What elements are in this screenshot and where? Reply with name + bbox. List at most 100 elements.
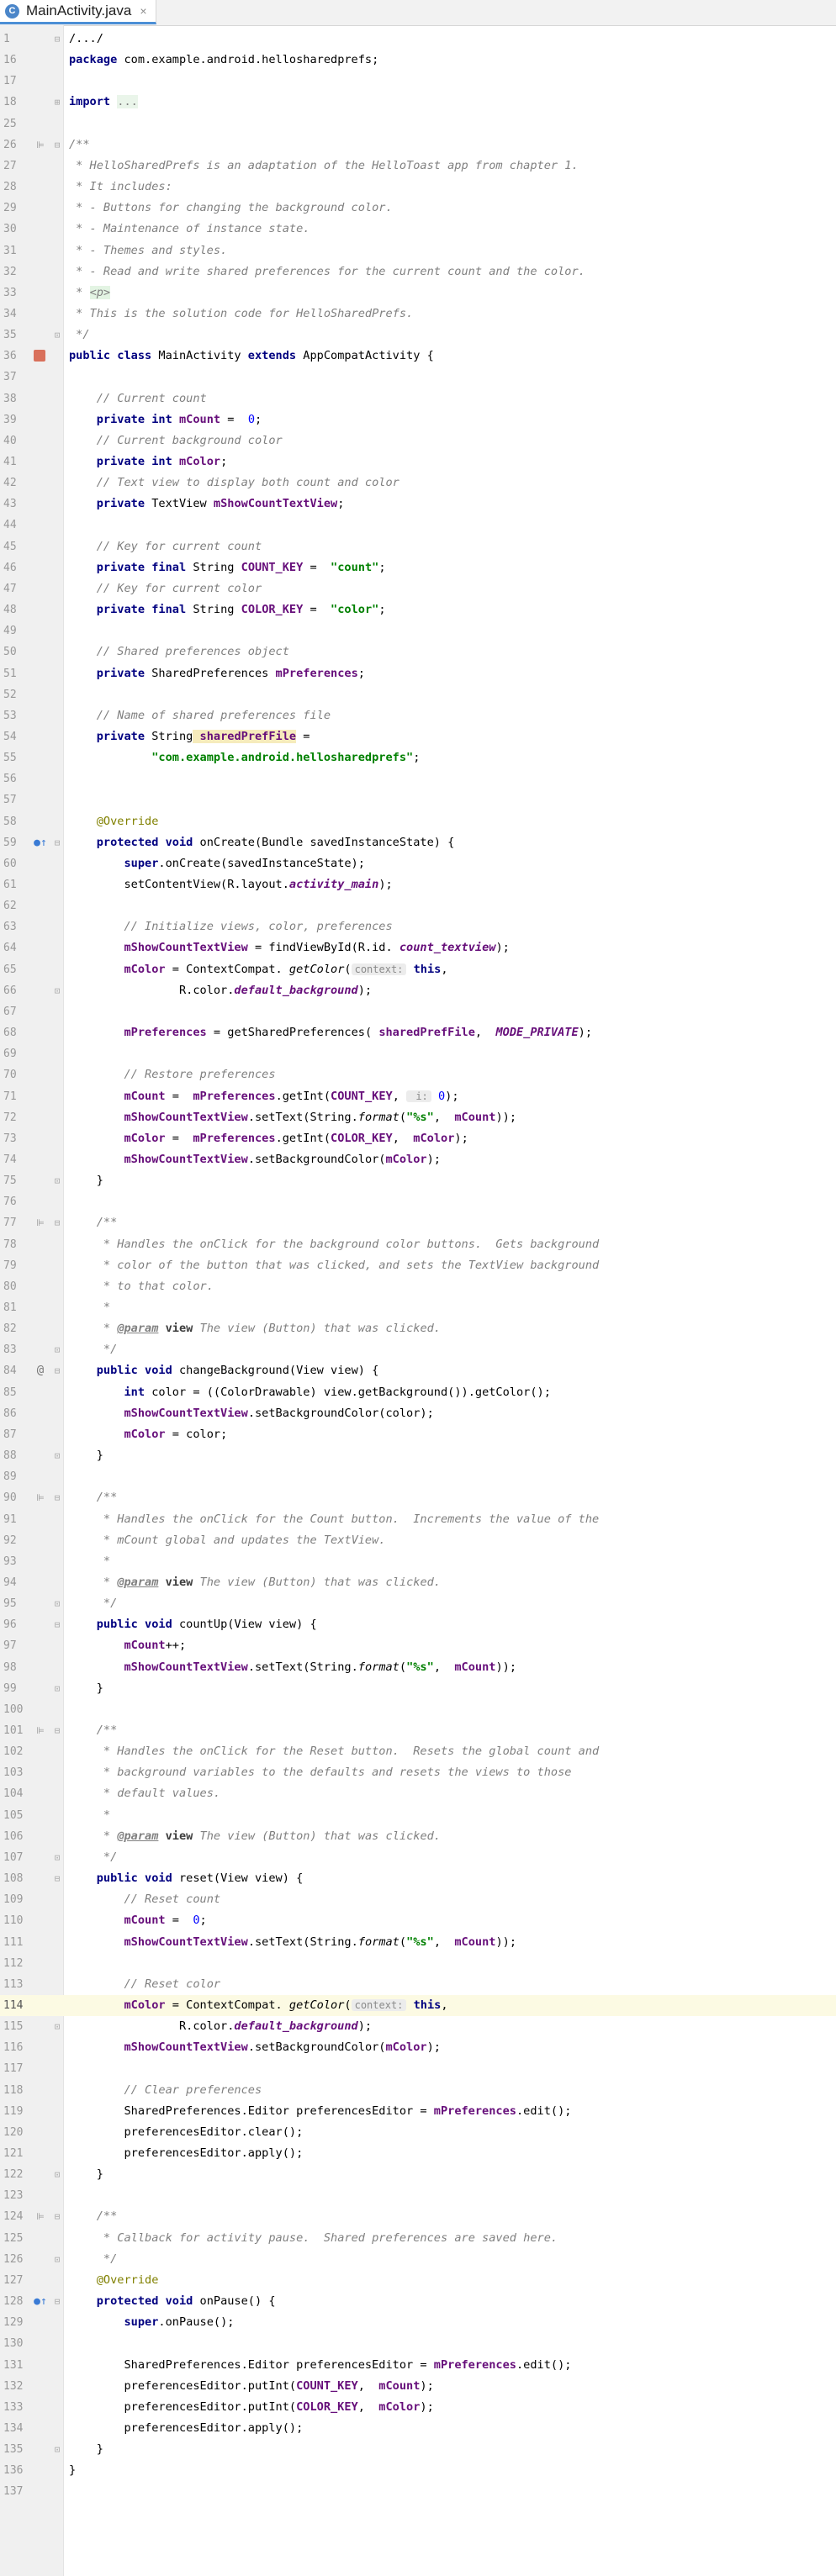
class-hierarchy-icon[interactable] xyxy=(34,350,45,362)
code-line[interactable]: 102 * Handles the onClick for the Reset … xyxy=(0,1741,836,1762)
code-line[interactable]: 67 xyxy=(0,1001,836,1022)
code-line[interactable]: 47 // Key for current color xyxy=(0,578,836,599)
code-line[interactable]: 98 mShowCountTextView.setText(String.for… xyxy=(0,1657,836,1678)
annotation-usage-icon[interactable]: @ xyxy=(32,1360,49,1381)
code-line[interactable]: 79 * color of the button that was clicke… xyxy=(0,1255,836,1276)
code-line[interactable]: 16 package com.example.android.helloshare… xyxy=(0,50,836,71)
fold-toggle-icon[interactable]: ⊡ xyxy=(52,2164,62,2185)
code-line[interactable]: 32 * - Read and write shared preferences… xyxy=(0,261,836,282)
code-line[interactable]: 33 * <p> xyxy=(0,282,836,304)
code-line[interactable]: 107 ⊡ */ xyxy=(0,1847,836,1868)
code-line[interactable]: 130 xyxy=(0,2333,836,2354)
code-line[interactable]: 17 xyxy=(0,71,836,92)
code-line[interactable]: 105 * xyxy=(0,1805,836,1826)
tab-main-activity[interactable]: C MainActivity.java × xyxy=(0,0,156,24)
code-line[interactable]: 55 "com.example.android.hellosharedprefs… xyxy=(0,747,836,768)
fold-toggle-icon[interactable]: ⊟ xyxy=(52,1868,62,1889)
code-line[interactable]: 64 mShowCountTextView = findViewById(R.i… xyxy=(0,937,836,958)
code-line[interactable]: 112 xyxy=(0,1953,836,1974)
code-line[interactable]: 104 * default values. xyxy=(0,1783,836,1804)
code-line[interactable]: 60 super.onCreate(savedInstanceState); xyxy=(0,853,836,874)
code-line[interactable]: 100 xyxy=(0,1699,836,1720)
code-line[interactable]: 43 private TextView mShowCountTextView; xyxy=(0,494,836,515)
code-line[interactable]: 125 * Callback for activity pause. Share… xyxy=(0,2228,836,2249)
code-line[interactable]: 44 xyxy=(0,515,836,536)
doc-comment-marker-icon[interactable]: ⊫ xyxy=(32,1487,49,1508)
code-line[interactable]: 35 ⊡ */ xyxy=(0,325,836,346)
code-line[interactable]: 26 ⊫ ⊟ /** xyxy=(0,135,836,156)
code-line[interactable]: 63 // Initialize views, color, preferenc… xyxy=(0,916,836,937)
code-line[interactable]: 99 ⊡ } xyxy=(0,1678,836,1699)
code-line[interactable]: 81 * xyxy=(0,1297,836,1318)
code-line[interactable]: 108 ⊟ public void reset(View view) { xyxy=(0,1868,836,1889)
code-line[interactable]: 45 // Key for current count xyxy=(0,536,836,557)
code-line[interactable]: 66 ⊡ R.color.default_background); xyxy=(0,980,836,1001)
code-line[interactable]: 82 * @param view The view (Button) that … xyxy=(0,1318,836,1339)
fold-toggle-icon[interactable]: ⊡ xyxy=(52,325,62,346)
fold-toggle-icon[interactable]: ⊡ xyxy=(52,1445,62,1466)
code-line[interactable]: 34 * This is the solution code for Hello… xyxy=(0,304,836,325)
code-line[interactable]: 28 * It includes: xyxy=(0,177,836,198)
close-icon[interactable]: × xyxy=(140,4,146,18)
code-line[interactable]: 118 // Clear preferences xyxy=(0,2080,836,2101)
code-line[interactable]: 127 @Override xyxy=(0,2270,836,2291)
code-line[interactable]: 101 ⊫ ⊟ /** xyxy=(0,1720,836,1741)
code-line[interactable]: 84 @ ⊟ public void changeBackground(View v… xyxy=(0,1360,836,1381)
code-line[interactable]: 65 mColor = ContextCompat. getColor(cont… xyxy=(0,959,836,980)
code-line[interactable]: 124 ⊫ ⊟ /** xyxy=(0,2206,836,2227)
code-line[interactable]: 134 preferencesEditor.apply(); xyxy=(0,2418,836,2439)
code-line[interactable]: 73 mColor = mPreferences.getInt(COLOR_KE… xyxy=(0,1128,836,1149)
code-line[interactable]: 93 * xyxy=(0,1551,836,1572)
code-line[interactable]: 57 xyxy=(0,789,836,810)
code-line[interactable]: 71 mCount = mPreferences.getInt(COUNT_KE… xyxy=(0,1086,836,1107)
fold-toggle-icon[interactable]: ⊟ xyxy=(52,2291,62,2312)
code-line[interactable]: 53 // Name of shared preferences file xyxy=(0,705,836,726)
code-line[interactable]: 136} xyxy=(0,2460,836,2481)
code-line[interactable]: 91 * Handles the onClick for the Count b… xyxy=(0,1509,836,1530)
code-line[interactable]: 135 ⊡ } xyxy=(0,2439,836,2460)
code-line[interactable]: 86 mShowCountTextView.setBackgroundColor… xyxy=(0,1403,836,1424)
code-line[interactable]: 1 ⊟ /.../ xyxy=(0,29,836,50)
code-line[interactable]: 103 * background variables to the defaul… xyxy=(0,1762,836,1783)
code-line[interactable]: 62 xyxy=(0,895,836,916)
fold-toggle-icon[interactable]: ⊟ xyxy=(52,1212,62,1233)
fold-toggle-icon[interactable]: ⊟ xyxy=(52,135,62,156)
code-line[interactable]: 137 xyxy=(0,2481,836,2502)
code-line[interactable]: 31 * - Themes and styles. xyxy=(0,240,836,261)
code-line[interactable]: 50 // Shared preferences object xyxy=(0,641,836,662)
fold-toggle-icon[interactable]: ⊟ xyxy=(52,29,62,50)
fold-toggle-icon[interactable]: ⊟ xyxy=(52,1614,62,1635)
code-line[interactable]: 109 // Reset count xyxy=(0,1889,836,1910)
code-line[interactable]: 48 private final String COLOR_KEY = "col… xyxy=(0,599,836,620)
doc-comment-marker-icon[interactable]: ⊫ xyxy=(32,135,49,156)
code-line[interactable]: 92 * mCount global and updates the TextV… xyxy=(0,1530,836,1551)
code-line[interactable]: 116 mShowCountTextView.setBackgroundColo… xyxy=(0,2037,836,2058)
code-line[interactable]: 123 xyxy=(0,2185,836,2206)
code-line[interactable]: 121 preferencesEditor.apply(); xyxy=(0,2143,836,2164)
code-line[interactable]: 122 ⊡ } xyxy=(0,2164,836,2185)
override-method-icon[interactable]: ●↑ xyxy=(32,832,49,853)
code-line[interactable]: 85 int color = ((ColorDrawable) view.get… xyxy=(0,1382,836,1403)
fold-toggle-icon[interactable]: ⊟ xyxy=(52,1360,62,1381)
code-line[interactable]: 133 preferencesEditor.putInt(COLOR_KEY, … xyxy=(0,2397,836,2418)
code-line[interactable]: 69 xyxy=(0,1043,836,1064)
doc-comment-marker-icon[interactable]: ⊫ xyxy=(32,1212,49,1233)
code-line[interactable]: 75 ⊡ } xyxy=(0,1170,836,1191)
fold-toggle-icon[interactable]: ⊡ xyxy=(52,1339,62,1360)
fold-toggle-icon[interactable]: ⊞ xyxy=(52,92,62,113)
doc-comment-marker-icon[interactable]: ⊫ xyxy=(32,2206,49,2227)
code-line[interactable]: 42 // Text view to display both count an… xyxy=(0,472,836,494)
fold-toggle-icon[interactable]: ⊡ xyxy=(52,2249,62,2270)
fold-toggle-icon[interactable]: ⊡ xyxy=(52,1170,62,1191)
code-line[interactable]: 76 xyxy=(0,1191,836,1212)
code-line[interactable]: 80 * to that color. xyxy=(0,1276,836,1297)
fold-toggle-icon[interactable]: ⊡ xyxy=(52,1847,62,1868)
code-line[interactable]: 25 xyxy=(0,113,836,135)
fold-toggle-icon[interactable]: ⊟ xyxy=(52,1487,62,1508)
code-line[interactable]: 61 setContentView(R.layout.activity_main… xyxy=(0,874,836,895)
code-line[interactable]: 27 * HelloSharedPrefs is an adaptation o… xyxy=(0,156,836,177)
code-line[interactable]: 131 SharedPreferences.Editor preferences… xyxy=(0,2355,836,2376)
code-line[interactable]: 83 ⊡ */ xyxy=(0,1339,836,1360)
code-line[interactable]: 106 * @param view The view (Button) that… xyxy=(0,1826,836,1847)
code-line[interactable]: 97 mCount++; xyxy=(0,1635,836,1656)
